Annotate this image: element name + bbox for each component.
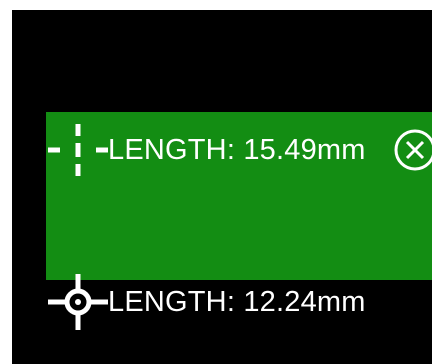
measurement-screen: LENGTH: 15.49mm LENGTH: 12.24mm [12, 10, 432, 364]
dashed-crosshair-icon [48, 124, 108, 176]
measurement-label-1: LENGTH: 15.49mm [108, 134, 366, 166]
measurement-row-1[interactable]: LENGTH: 15.49mm [46, 122, 432, 178]
close-circle-icon[interactable] [392, 127, 432, 173]
measurement-label-2: LENGTH: 12.24mm [108, 286, 366, 318]
crosshair-target-icon [48, 274, 108, 330]
measurement-row-2[interactable]: LENGTH: 12.24mm [46, 274, 432, 330]
